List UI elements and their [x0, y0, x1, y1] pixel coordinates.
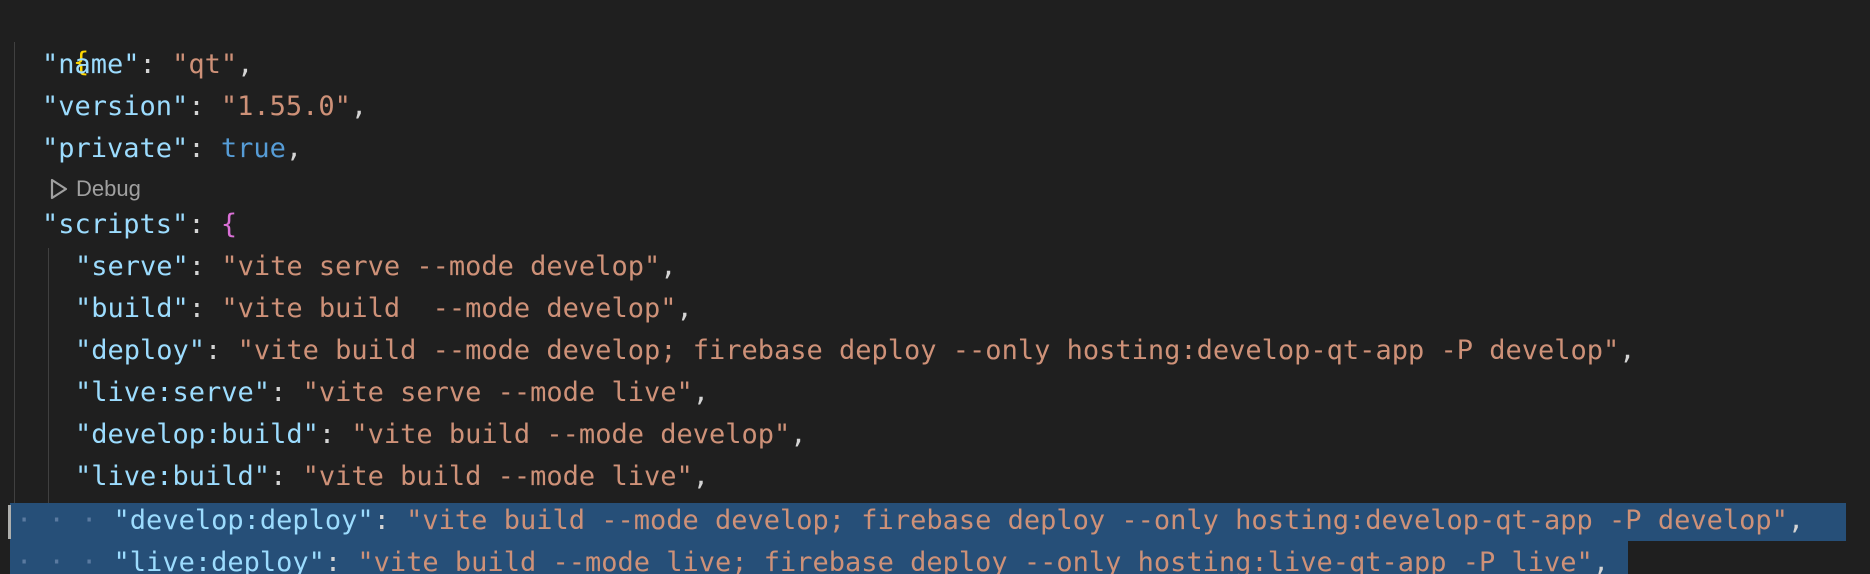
json-separator: : [205, 335, 238, 366]
code-line[interactable]: "develop:build": "vite build --mode deve… [75, 414, 807, 456]
json-comma: , [1787, 505, 1805, 536]
json-separator: : [188, 209, 221, 240]
debug-codelens[interactable]: Debug [48, 172, 141, 206]
json-comma: , [692, 461, 709, 492]
json-value: "vite build --mode develop" [351, 419, 791, 450]
json-key: "build" [75, 293, 189, 324]
code-line[interactable]: "name": "qt", [42, 44, 253, 86]
json-comma: , [1592, 547, 1610, 574]
json-brace: { [220, 209, 238, 240]
code-line[interactable]: "deploy": "vite build --mode develop; fi… [75, 330, 1636, 372]
json-key: "deploy" [75, 335, 206, 366]
json-comma: , [660, 251, 677, 282]
json-comma: , [676, 293, 693, 324]
code-line[interactable]: "serve": "vite serve --mode develop", [75, 246, 676, 288]
json-separator: : [139, 49, 173, 80]
code-line[interactable]: "scripts": { [42, 204, 237, 246]
json-key: "live:deploy" [113, 547, 325, 574]
whitespace-marker: · · · [16, 505, 98, 536]
json-separator: : [270, 461, 303, 492]
json-value: "qt" [172, 49, 238, 80]
code-line[interactable]: "build": "vite build --mode develop", [75, 288, 693, 330]
json-value: "1.55.0" [220, 91, 351, 122]
json-separator: : [324, 547, 358, 574]
json-separator: : [188, 251, 222, 282]
json-key: "develop:build" [75, 419, 319, 450]
json-separator: : [373, 505, 407, 536]
json-value: "vite build --mode live; firebase deploy… [357, 547, 1593, 574]
json-comma: , [237, 49, 254, 80]
json-key: "name" [42, 49, 140, 80]
json-comma: , [1619, 335, 1636, 366]
json-value: "vite serve --mode develop" [221, 251, 661, 282]
debug-label: Debug [76, 176, 141, 201]
json-key: "scripts" [42, 209, 189, 240]
json-separator: : [188, 133, 221, 164]
code-line[interactable]: "private": true, [42, 128, 302, 170]
json-value: "vite build --mode develop; firebase dep… [237, 335, 1620, 366]
code-line[interactable]: "version": "1.55.0", [42, 86, 367, 128]
code-line-selected[interactable]: · · · "develop:deploy": "vite build --mo… [16, 500, 1804, 542]
json-separator: : [188, 91, 221, 122]
json-separator: : [188, 293, 222, 324]
json-key: "live:build" [75, 461, 271, 492]
json-comma: , [285, 133, 303, 164]
code-line[interactable]: { [8, 0, 89, 78]
json-value: "vite build --mode develop; firebase dep… [406, 505, 1788, 536]
json-key: "private" [42, 133, 189, 164]
json-comma: , [350, 91, 368, 122]
json-separator: : [270, 377, 303, 408]
json-value: "vite serve --mode live" [302, 377, 693, 408]
json-key: "version" [42, 91, 189, 122]
play-icon [50, 178, 68, 200]
json-value: true [220, 133, 286, 164]
json-value: "vite build --mode develop" [221, 293, 677, 324]
json-separator: : [318, 419, 352, 450]
json-key: "develop:deploy" [113, 505, 374, 536]
json-comma: , [692, 377, 709, 408]
code-editor[interactable]: { "name": "qt", "version": "1.55.0", "pr… [0, 0, 1870, 574]
json-comma: , [790, 419, 807, 450]
json-key: "live:serve" [75, 377, 271, 408]
code-line-selected[interactable]: · · · "live:deploy": "vite build --mode … [16, 542, 1609, 574]
json-key: "serve" [75, 251, 189, 282]
code-line[interactable]: "live:build": "vite build --mode live", [75, 456, 709, 498]
line-marker [8, 505, 11, 539]
whitespace-marker: · · · [16, 547, 98, 574]
code-line[interactable]: "live:serve": "vite serve --mode live", [75, 372, 709, 414]
json-value: "vite build --mode live" [302, 461, 693, 492]
